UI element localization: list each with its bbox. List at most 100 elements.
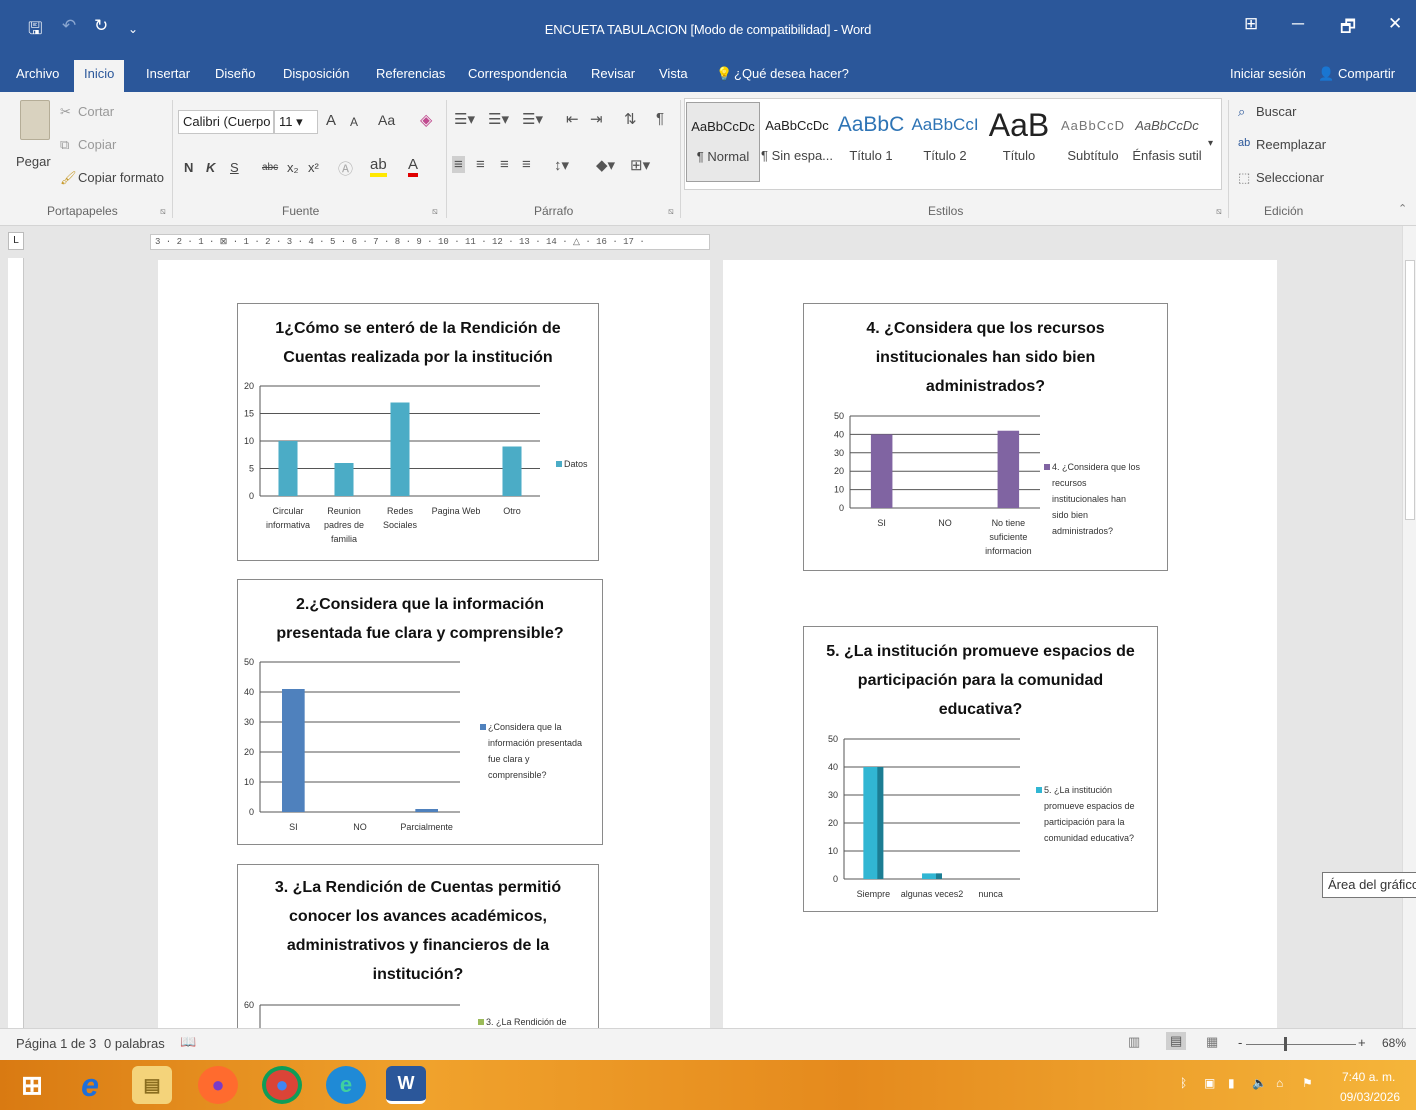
styles-launcher-icon[interactable]: ⧅ [1216, 206, 1222, 217]
paste-icon[interactable] [20, 100, 50, 140]
change-case-button[interactable]: Aa [378, 112, 395, 128]
tab-revisar[interactable]: Revisar [591, 66, 635, 81]
tab-diseno[interactable]: Diseño [215, 66, 255, 81]
horizontal-ruler[interactable]: 3 · 2 · 1 · ⊠ · 1 · 2 · 3 · 4 · 5 · 6 · … [150, 234, 710, 250]
borders-icon[interactable]: ⊞▾ [630, 156, 650, 174]
shrink-font-button[interactable]: A [350, 115, 358, 129]
tab-insertar[interactable]: Insertar [146, 66, 190, 81]
style-title[interactable]: AaB Título [982, 102, 1056, 182]
style-no-spacing[interactable]: AaBbCcDc ¶ Sin espa... [760, 102, 834, 182]
vertical-scrollbar[interactable] [1402, 226, 1416, 1028]
font-launcher-icon[interactable]: ⧅ [432, 206, 438, 217]
multilevel-list-icon[interactable]: ☰▾ [522, 110, 543, 128]
chrome-icon[interactable]: ● [262, 1066, 302, 1104]
bold-button[interactable]: N [184, 160, 193, 175]
cut-icon[interactable]: ✂ [60, 104, 71, 120]
chart-4[interactable]: 4. ¿Considera que los recursos instituci… [803, 303, 1168, 571]
network-icon[interactable]: ⌂ [1276, 1076, 1283, 1090]
align-center-icon[interactable]: ≡ [476, 156, 485, 173]
numbering-icon[interactable]: ☰▾ [488, 110, 509, 128]
proofing-icon[interactable]: 📖 [180, 1034, 196, 1050]
line-spacing-icon[interactable]: ↕▾ [554, 156, 569, 174]
chart-1[interactable]: 1¿Cómo se enteró de la Rendición de Cuen… [237, 303, 599, 561]
decrease-indent-icon[interactable]: ⇤ [566, 110, 579, 128]
style-subtle-emphasis[interactable]: AaBbCcDc Énfasis sutil [1130, 102, 1204, 182]
cut-button[interactable]: Cortar [78, 104, 114, 119]
zoom-level[interactable]: 68% [1382, 1036, 1406, 1050]
tab-disposicion[interactable]: Disposición [283, 66, 349, 81]
shading-icon[interactable]: ◆▾ [596, 156, 615, 174]
paragraph-launcher-icon[interactable]: ⧅ [668, 206, 674, 217]
zoom-slider-thumb[interactable] [1284, 1037, 1287, 1051]
scrollbar-thumb[interactable] [1405, 260, 1415, 520]
style-normal[interactable]: AaBbCcDc ¶ Normal [686, 102, 760, 182]
align-left-icon[interactable]: ≡ [452, 156, 465, 173]
justify-icon[interactable]: ≡ [522, 156, 531, 173]
clipboard-launcher-icon[interactable]: ⧅ [160, 206, 166, 217]
start-icon[interactable]: ⊞ [12, 1066, 52, 1104]
bullets-icon[interactable]: ☰▾ [454, 110, 475, 128]
text-effects-icon[interactable]: Ⓐ [338, 158, 353, 179]
font-color-icon[interactable]: A [408, 156, 419, 177]
word-icon[interactable]: W [386, 1066, 426, 1104]
select-button[interactable]: Seleccionar [1256, 170, 1324, 185]
tab-referencias[interactable]: Referencias [376, 66, 445, 81]
battery-icon[interactable]: ▮ [1228, 1076, 1235, 1090]
vertical-ruler[interactable] [8, 258, 24, 1028]
tab-inicio[interactable]: Inicio [74, 60, 125, 92]
clear-format-icon[interactable]: ◈ [420, 110, 432, 130]
show-marks-icon[interactable]: ¶ [656, 110, 664, 127]
print-layout-icon[interactable]: ▤ [1166, 1032, 1187, 1050]
firefox-icon[interactable]: ● [198, 1066, 238, 1104]
tab-vista[interactable]: Vista [659, 66, 688, 81]
paste-button[interactable]: Pegar [16, 154, 51, 169]
replace-button[interactable]: Reemplazar [1256, 137, 1326, 152]
sort-icon[interactable]: ⇅ [624, 110, 637, 128]
font-size-select[interactable]: 11 ▾ [274, 110, 318, 134]
align-right-icon[interactable]: ≡ [500, 156, 509, 173]
find-button[interactable]: Buscar [1256, 104, 1296, 119]
chart-2[interactable]: 2.¿Considera que la información presenta… [237, 579, 603, 845]
replace-icon[interactable]: ab [1238, 137, 1250, 149]
italic-button[interactable]: K [206, 160, 215, 175]
style-heading-2[interactable]: AaBbCcI Título 2 [908, 102, 982, 182]
copy-button[interactable]: Copiar [78, 137, 116, 152]
volume-icon[interactable]: 🔈 [1252, 1076, 1267, 1090]
collapse-ribbon-icon[interactable]: ⌃ [1398, 202, 1407, 215]
word-count[interactable]: 0 palabras [104, 1036, 165, 1051]
tab-correspondencia[interactable]: Correspondencia [468, 66, 567, 81]
select-icon[interactable]: ⬚ [1238, 170, 1250, 186]
chart-3[interactable]: 3. ¿La Rendición de Cuentas permitió con… [237, 864, 599, 1028]
file-explorer-icon[interactable]: ▤ [132, 1066, 172, 1104]
font-name-select[interactable]: Calibri (Cuerpo [178, 110, 274, 134]
increase-indent-icon[interactable]: ⇥ [590, 110, 603, 128]
tell-me-box[interactable]: ¿Qué desea hacer? [734, 66, 849, 81]
subscript-button[interactable]: x₂ [287, 160, 299, 175]
tab-archivo[interactable]: Archivo [16, 66, 59, 81]
restore-button[interactable]: 🗗 [1340, 14, 1356, 43]
highlight-icon[interactable]: ab [370, 156, 387, 177]
share-button[interactable]: Compartir [1338, 66, 1395, 81]
chart-5[interactable]: 5. ¿La institución promueve espacios de … [803, 626, 1158, 912]
minimize-button[interactable]: ─ [1292, 14, 1304, 34]
grow-font-button[interactable]: A [326, 112, 336, 129]
ribbon-display-icon[interactable]: ⊞ [1244, 14, 1258, 34]
page-count[interactable]: Página 1 de 3 [16, 1036, 96, 1051]
sign-in-link[interactable]: Iniciar sesión [1230, 66, 1306, 81]
clock-date[interactable]: 09/03/2026 [1340, 1090, 1400, 1104]
zoom-slider[interactable] [1246, 1044, 1356, 1045]
internet-explorer-icon[interactable]: e [70, 1066, 110, 1104]
web-layout-icon[interactable]: ▦ [1206, 1034, 1218, 1050]
copy-icon[interactable]: ⧉ [60, 137, 69, 153]
zoom-out-button[interactable]: - [1238, 1035, 1242, 1050]
tray-app-icon[interactable]: ▣ [1204, 1076, 1215, 1090]
clock-time[interactable]: 7:40 a. m. [1342, 1070, 1395, 1084]
close-button[interactable]: ✕ [1388, 14, 1402, 34]
search-icon[interactable]: ⌕ [1238, 104, 1245, 120]
styles-more-icon[interactable]: ▾ [1208, 138, 1213, 149]
edge-icon[interactable]: e [326, 1066, 366, 1104]
tab-selector[interactable]: L [8, 232, 24, 250]
format-painter-icon[interactable]: 🖌 [60, 170, 77, 186]
strikethrough-button[interactable]: abc [262, 162, 278, 173]
zoom-in-button[interactable]: + [1358, 1035, 1366, 1050]
